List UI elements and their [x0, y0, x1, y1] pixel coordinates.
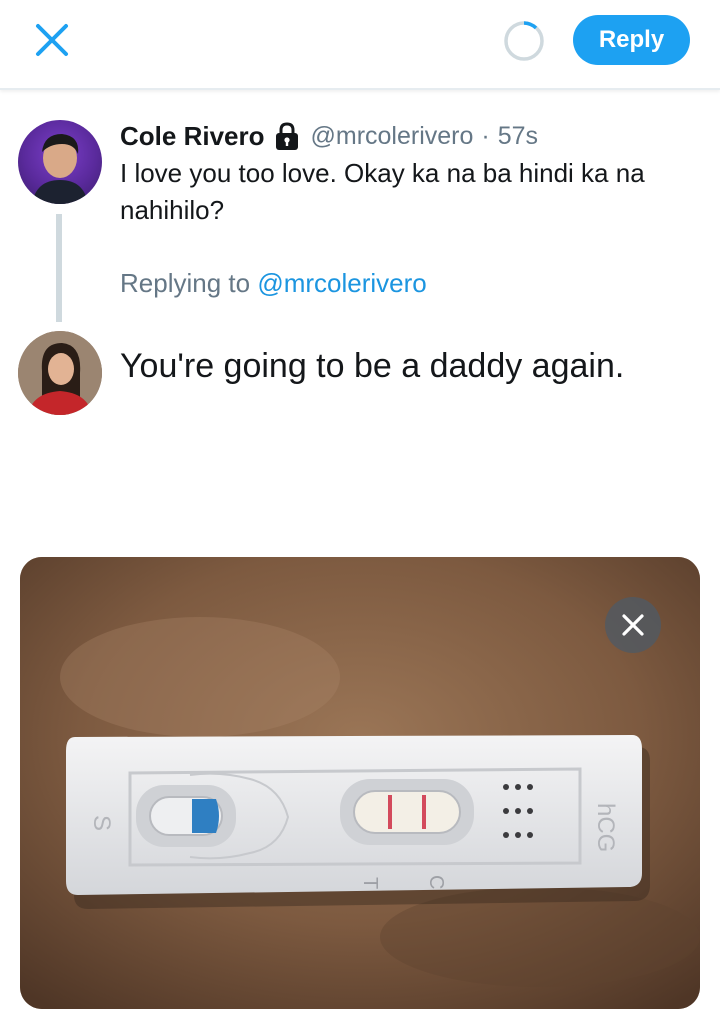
compose-header: Reply	[0, 0, 720, 90]
pregnancy-test-photo: S C T hCG	[20, 557, 700, 1009]
author-avatar[interactable]	[18, 120, 102, 204]
author-handle[interactable]: @mrcolerivero	[311, 122, 474, 151]
remove-media-button[interactable]	[605, 597, 661, 653]
user-avatar	[18, 331, 102, 415]
progress-ring-icon	[504, 21, 544, 61]
replying-to: Replying to @mrcolerivero	[120, 268, 427, 299]
thread-connector	[56, 214, 62, 322]
compose-text[interactable]: You're going to be a daddy again.	[120, 347, 624, 386]
original-tweet: Cole Rivero @mrcolerivero · 57s I love y…	[120, 118, 700, 229]
avatar-photo	[32, 134, 88, 204]
lock-icon	[273, 121, 301, 151]
avatar-photo	[18, 331, 102, 415]
replying-mention[interactable]: @mrcolerivero	[257, 268, 426, 298]
close-icon	[36, 24, 68, 56]
separator-dot: ·	[481, 121, 490, 150]
tweet-text: I love you too love. Okay ka na ba hindi…	[120, 158, 645, 225]
attached-photo[interactable]: S C T hCG	[20, 557, 700, 1009]
test-label-c: C	[425, 875, 447, 889]
test-label-s: S	[88, 815, 115, 831]
reply-button[interactable]: Reply	[573, 15, 690, 65]
close-icon	[622, 614, 644, 636]
tweet-timestamp: 57s	[497, 121, 539, 150]
tweet-header: Cole Rivero @mrcolerivero · 57s	[120, 118, 700, 154]
author-name[interactable]: Cole Rivero	[120, 121, 265, 152]
test-label-hcg: hCG	[592, 803, 619, 852]
replying-prefix: Replying to	[120, 268, 258, 298]
test-label-t: T	[359, 877, 381, 889]
close-button[interactable]	[26, 20, 78, 60]
